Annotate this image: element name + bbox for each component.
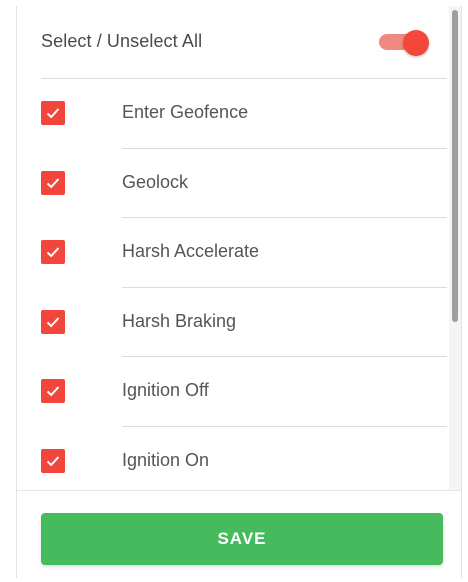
check-icon [46,386,60,397]
item-label: Enter Geofence [122,102,249,122]
check-icon [46,316,60,327]
scroll-thumb[interactable] [452,10,458,322]
list-item[interactable]: Enter Geofence [17,79,449,149]
item-label: Harsh Accelerate [122,241,260,261]
item-label: Ignition On [122,449,210,470]
item-label: Harsh Braking [122,310,237,331]
checkbox[interactable] [41,170,65,195]
list-item[interactable]: Geolock [17,149,449,218]
save-button[interactable]: SAVE [41,513,443,565]
check-icon [46,455,60,466]
list-item[interactable]: Ignition On [17,427,449,497]
check-icon [46,108,60,119]
event-selection-panel: Select / Unselect All Enter Geofence Geo… [16,6,462,578]
checkbox[interactable] [41,379,65,403]
checkbox[interactable] [41,448,65,473]
select-all-toggle[interactable] [379,30,433,56]
select-all-label: Select / Unselect All [41,31,203,51]
list-item[interactable]: Harsh Accelerate [17,218,449,288]
footer-divider [17,490,461,491]
checkbox[interactable] [41,309,65,334]
toggle-knob[interactable] [403,30,429,56]
check-icon [46,247,60,258]
item-label: Geolock [122,171,189,192]
check-icon [46,177,60,188]
event-list: Enter Geofence Geolock Harsh Accelerate … [17,79,449,496]
checkbox[interactable] [41,240,65,264]
select-all-row: Select / Unselect All [17,6,449,78]
item-label: Ignition Off [122,380,209,400]
checkbox[interactable] [41,101,65,125]
list-item[interactable]: Harsh Braking [17,288,449,357]
scrollbar[interactable] [449,6,461,490]
list-item[interactable]: Ignition Off [17,357,449,427]
